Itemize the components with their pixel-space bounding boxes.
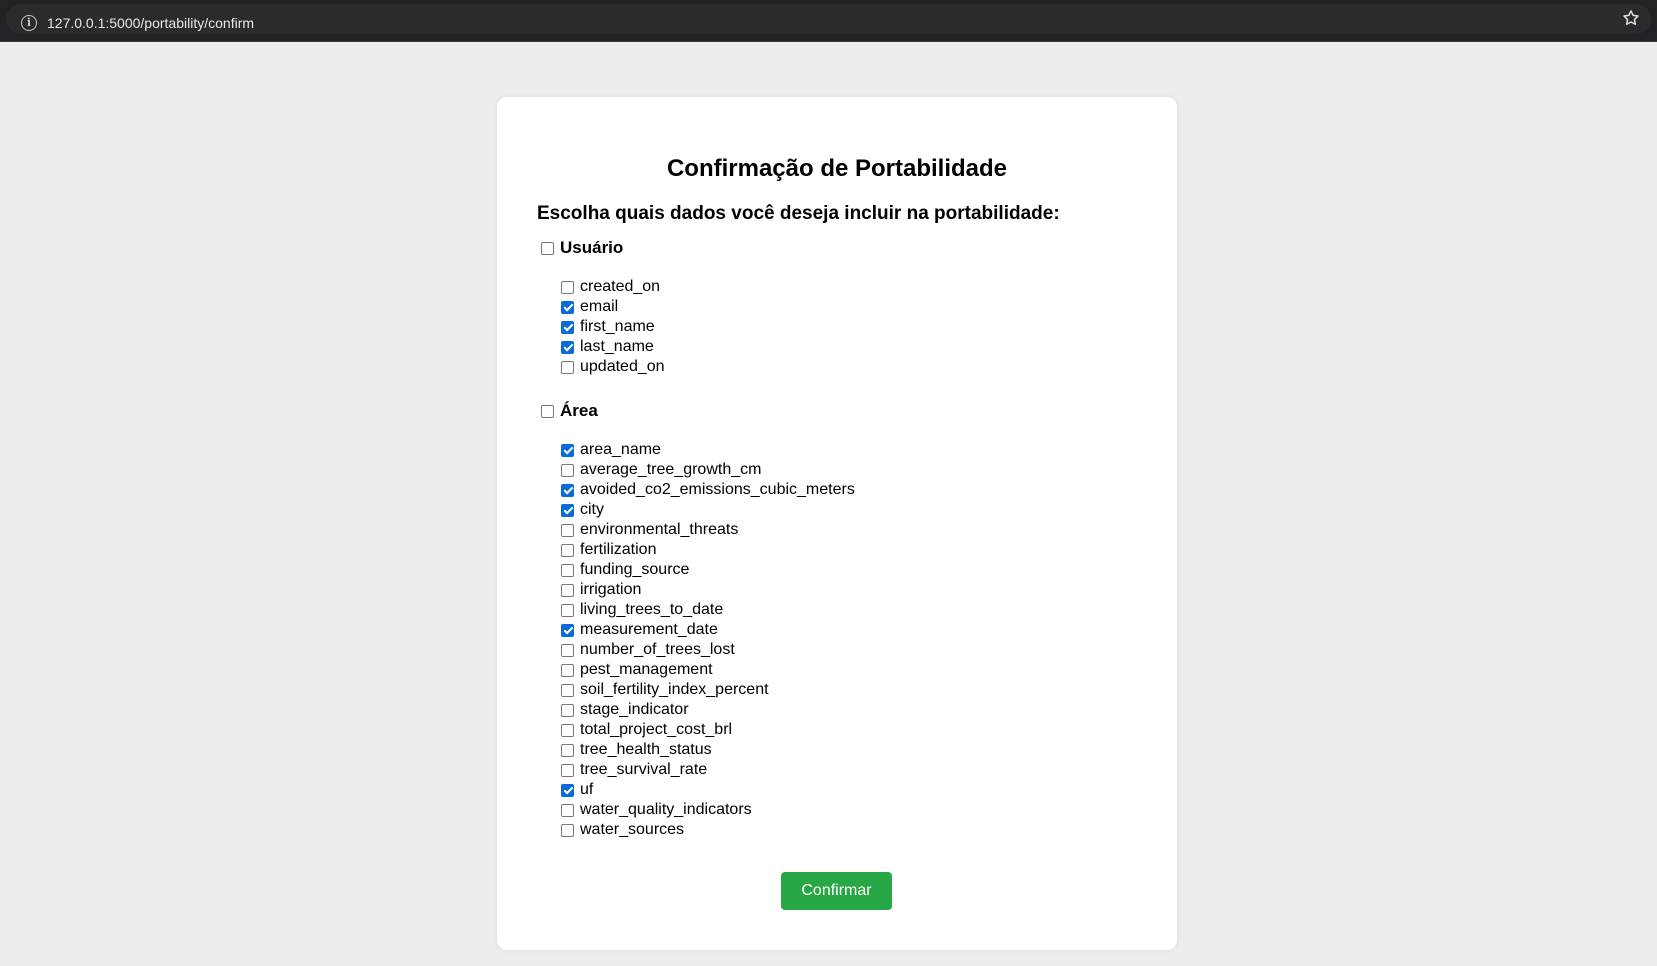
field-row-uf[interactable]: uf	[561, 780, 855, 800]
field-checkbox[interactable]	[561, 763, 574, 777]
field-checkbox[interactable]	[561, 340, 574, 354]
group-label: Usuário	[560, 238, 624, 257]
field-checkbox[interactable]	[561, 360, 574, 374]
field-list-area: area_name average_tree_growth_cm avoided_c…	[561, 440, 855, 840]
group-header-usuario[interactable]: Usuário	[541, 237, 623, 259]
field-label: soil_fertility_index_percent	[580, 681, 769, 698]
field-row-last-name[interactable]: last_name	[561, 337, 665, 357]
field-label: fertilization	[580, 541, 657, 558]
group-header-area[interactable]: Área	[541, 400, 598, 422]
group-label: Área	[560, 401, 598, 420]
field-checkbox[interactable]	[561, 543, 574, 557]
field-label: total_project_cost_brl	[580, 721, 733, 738]
confirm-button[interactable]: Confirmar	[781, 872, 892, 910]
field-label: water_quality_indicators	[580, 801, 752, 818]
field-row-fertilization[interactable]: fertilization	[561, 540, 855, 560]
field-checkbox[interactable]	[561, 643, 574, 657]
field-row-living-trees-to-date[interactable]: living_trees_to_date	[561, 600, 855, 620]
field-label: environmental_threats	[580, 521, 739, 538]
field-label: stage_indicator	[580, 701, 689, 718]
field-label: irrigation	[580, 581, 642, 598]
field-label: tree_health_status	[580, 741, 712, 758]
field-label: updated_on	[580, 358, 665, 375]
field-checkbox[interactable]	[561, 623, 574, 637]
field-label: last_name	[580, 338, 654, 355]
field-label: avoided_co2_emissions_cubic_meters	[580, 481, 855, 498]
field-checkbox[interactable]	[561, 723, 574, 737]
page-title: Confirmação de Portabilidade	[666, 155, 1008, 182]
field-label: city	[580, 501, 604, 518]
field-checkbox[interactable]	[561, 683, 574, 697]
field-row-city[interactable]: city	[561, 500, 855, 520]
field-checkbox[interactable]	[561, 300, 574, 314]
field-row-avoided-co2-emissions-cubic-meters[interactable]: avoided_co2_emissions_cubic_meters	[561, 480, 855, 500]
field-list-usuario: created_onemail first_name last_nameupdate…	[561, 277, 665, 377]
field-checkbox[interactable]	[561, 443, 574, 457]
field-label: uf	[580, 781, 594, 798]
site-info-icon[interactable]: i	[21, 15, 37, 31]
field-row-tree-survival-rate[interactable]: tree_survival_rate	[561, 760, 855, 780]
field-row-total-project-cost-brl[interactable]: total_project_cost_brl	[561, 720, 855, 740]
browser-toolbar: i 127.0.0.1:5000/portability/confirm	[0, 0, 1657, 42]
field-checkbox[interactable]	[561, 663, 574, 677]
field-checkbox[interactable]	[561, 603, 574, 617]
field-label: funding_source	[580, 561, 690, 578]
field-row-tree-health-status[interactable]: tree_health_status	[561, 740, 855, 760]
field-row-environmental-threats[interactable]: environmental_threats	[561, 520, 855, 540]
field-row-stage-indicator[interactable]: stage_indicator	[561, 700, 855, 720]
field-row-area-name[interactable]: area_name	[561, 440, 855, 460]
address-bar[interactable]: i 127.0.0.1:5000/portability/confirm	[6, 4, 1651, 34]
field-checkbox[interactable]	[561, 823, 574, 837]
group-checkbox-usuario[interactable]	[541, 241, 554, 255]
field-checkbox[interactable]	[561, 280, 574, 294]
field-label: first_name	[580, 318, 655, 335]
field-label: pest_management	[580, 661, 713, 678]
field-row-measurement-date[interactable]: measurement_date	[561, 620, 855, 640]
field-checkbox[interactable]	[561, 743, 574, 757]
field-row-number-of-trees-lost[interactable]: number_of_trees_lost	[561, 640, 855, 660]
field-checkbox[interactable]	[561, 320, 574, 334]
field-label: email	[580, 298, 619, 315]
field-checkbox[interactable]	[561, 463, 574, 477]
url-text[interactable]: 127.0.0.1:5000/portability/confirm	[47, 15, 254, 31]
field-row-created-on[interactable]: created_on	[561, 277, 665, 297]
group-checkbox-area[interactable]	[541, 404, 554, 418]
field-checkbox[interactable]	[561, 563, 574, 577]
field-row-updated-on[interactable]: updated_on	[561, 357, 665, 377]
field-checkbox[interactable]	[561, 583, 574, 597]
field-row-water-sources[interactable]: water_sources	[561, 820, 855, 840]
field-label: created_on	[580, 278, 661, 295]
field-label: number_of_trees_lost	[580, 641, 735, 658]
field-row-soil-fertility-index-percent[interactable]: soil_fertility_index_percent	[561, 680, 855, 700]
field-row-funding-source[interactable]: funding_source	[561, 560, 855, 580]
bookmark-star-icon[interactable]	[1621, 8, 1641, 28]
field-row-first-name[interactable]: first_name	[561, 317, 665, 337]
field-label: water_sources	[580, 821, 685, 838]
field-checkbox[interactable]	[561, 503, 574, 517]
portability-card: Confirmação de Portabilidade Escolha qua…	[497, 97, 1177, 950]
field-row-average-tree-growth-cm[interactable]: average_tree_growth_cm	[561, 460, 855, 480]
field-row-email[interactable]: email	[561, 297, 665, 317]
page-subtitle: Escolha quais dados você deseja incluir …	[537, 203, 1060, 224]
field-checkbox[interactable]	[561, 483, 574, 497]
field-label: area_name	[580, 441, 661, 458]
field-label: measurement_date	[580, 621, 718, 638]
field-label: living_trees_to_date	[580, 601, 724, 618]
field-checkbox[interactable]	[561, 803, 574, 817]
field-checkbox[interactable]	[561, 703, 574, 717]
field-row-water-quality-indicators[interactable]: water_quality_indicators	[561, 800, 855, 820]
field-checkbox[interactable]	[561, 783, 574, 797]
field-label: average_tree_growth_cm	[580, 461, 762, 478]
field-label: tree_survival_rate	[580, 761, 708, 778]
field-row-irrigation[interactable]: irrigation	[561, 580, 855, 600]
field-row-pest-management[interactable]: pest_management	[561, 660, 855, 680]
field-checkbox[interactable]	[561, 523, 574, 537]
